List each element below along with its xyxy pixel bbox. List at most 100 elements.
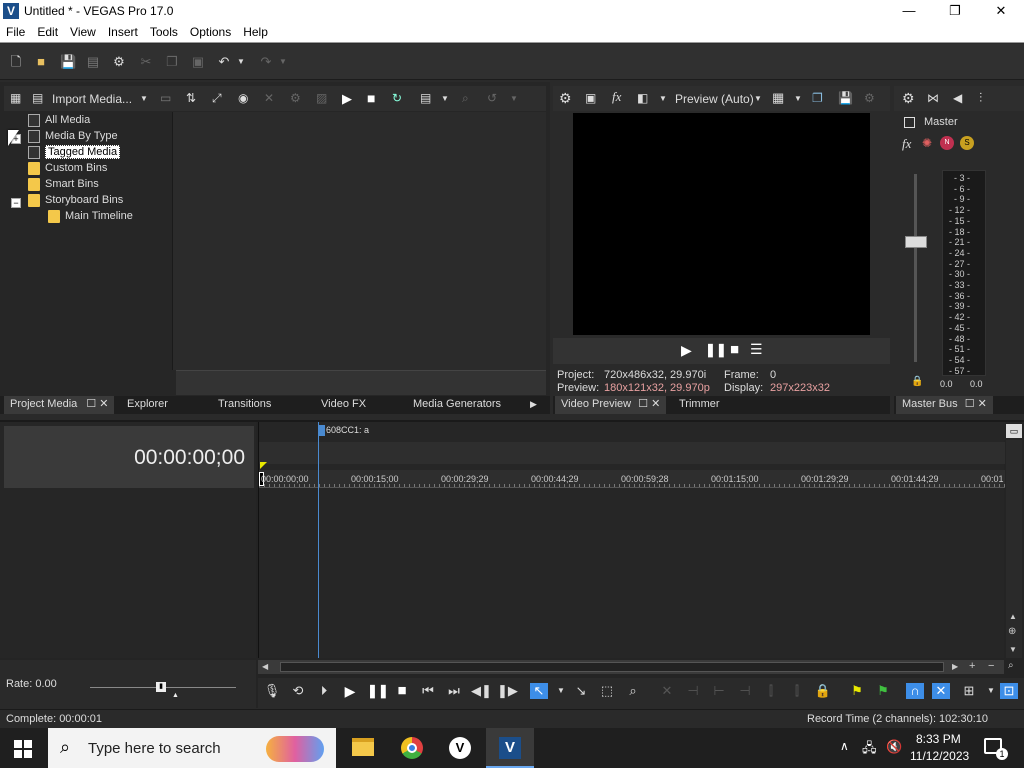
timeline-hscroll[interactable]: ◀ ▶ + − [258, 660, 1004, 674]
split-all-icon[interactable]: ⫿ [788, 683, 806, 699]
play-icon[interactable]: ▶ [341, 683, 359, 699]
split-screen-icon[interactable]: ◧ [637, 91, 648, 105]
media-list-icon[interactable]: ▦ [10, 91, 24, 105]
go-to-end-icon[interactable]: ⏭ [445, 683, 463, 699]
scroll-down-arrow-icon[interactable]: ▼ [1009, 645, 1017, 654]
volume-muted-icon[interactable]: 🔇 [886, 739, 902, 755]
menu-tools[interactable]: Tools [144, 22, 184, 39]
lock-envelopes-icon[interactable]: ⊡ [1000, 683, 1018, 699]
rate-slider-handle[interactable]: ▮ [156, 682, 166, 692]
paste-icon[interactable]: ▣ [190, 54, 206, 70]
network-icon[interactable]: 🖧 [862, 739, 877, 761]
copy-snapshot-icon[interactable]: ❐ [812, 91, 823, 105]
split-icon[interactable]: ⫿ [762, 683, 780, 699]
undock-icon[interactable]: ☐ [965, 398, 975, 410]
cursor-line[interactable] [318, 422, 319, 658]
tab-video-preview[interactable]: Video Preview ☐ ✕ [555, 396, 667, 414]
media-fx-icon[interactable]: ◉ [238, 91, 248, 105]
overlays-dropdown-icon[interactable]: ▼ [794, 94, 802, 103]
tree-item-custom-bins[interactable]: Custom Bins [28, 160, 107, 176]
play-from-start-icon[interactable]: ⏵ [315, 683, 333, 699]
noise-reduction-icon[interactable]: N [940, 136, 954, 150]
tab-explorer[interactable]: Explorer [121, 396, 174, 414]
external-monitor-icon[interactable]: ▣ [585, 91, 596, 105]
trim-end-icon[interactable]: ⊣ [736, 683, 754, 699]
hscroll-right-icon[interactable]: ▶ [952, 662, 958, 671]
close-icon[interactable]: ✕ [99, 398, 108, 410]
delete-icon[interactable]: ✕ [264, 91, 274, 105]
ripple-dropdown-icon[interactable]: ▼ [982, 683, 1000, 699]
close-icon[interactable]: ✕ [978, 398, 987, 410]
video-fx-icon[interactable]: fx [612, 89, 621, 105]
menu-file[interactable]: File [0, 22, 31, 39]
stop-icon[interactable]: ■ [393, 683, 411, 699]
overlays-grid-icon[interactable]: ▦ [772, 90, 784, 106]
marker-bar[interactable] [259, 422, 1005, 440]
split-dropdown-icon[interactable]: ▼ [659, 94, 667, 103]
quality-dropdown-icon[interactable]: ▼ [754, 94, 762, 103]
tab-trimmer[interactable]: Trimmer [673, 396, 726, 414]
close-button[interactable]: ✕ [978, 0, 1024, 22]
tree-item-all-media[interactable]: All Media [28, 112, 90, 128]
redo-dropdown-icon[interactable]: ▼ [278, 54, 288, 70]
clock-date[interactable]: 11/12/2023 [910, 749, 969, 763]
save-snapshot-icon[interactable]: 💾 [838, 91, 853, 105]
tab-video-fx[interactable]: Video FX [315, 396, 372, 414]
media-content-area[interactable] [172, 112, 546, 370]
media-tags-icon[interactable]: ▨ [316, 91, 327, 105]
delete-icon[interactable]: ✕ [658, 683, 676, 699]
timecode-box[interactable]: 00:00:00;00 [4, 426, 254, 488]
sound-forge-icon[interactable]: S [960, 136, 974, 150]
views-dropdown-icon[interactable]: ▼ [441, 94, 449, 103]
play-icon[interactable]: ▶ [342, 91, 352, 107]
auto-crossfade-icon[interactable]: ✕ [932, 683, 950, 699]
vegas-taskbar-icon[interactable]: V [486, 728, 534, 768]
preview-settings-icon[interactable]: ⚙ [559, 90, 572, 107]
ripple-edit-icon[interactable]: ⊞ [960, 683, 978, 699]
trim-icon[interactable]: ⊣ [684, 683, 702, 699]
preview-pause-icon[interactable]: ❚❚ [705, 342, 727, 358]
tree-item-smart-bins[interactable]: Smart Bins [28, 176, 99, 192]
tab-project-media[interactable]: Project Media ☐ ✕ [4, 396, 115, 414]
cut-icon[interactable]: ✂ [138, 54, 154, 70]
tab-transitions[interactable]: Transitions [212, 396, 277, 414]
fader-lock-icon[interactable]: 🔒 [911, 376, 923, 387]
audio-fx-icon[interactable]: fx [902, 136, 911, 152]
save-as-icon[interactable]: ▤ [85, 54, 101, 70]
vertical-zoom-icon[interactable]: ⊕ [1008, 626, 1016, 637]
zoom-tool-icon[interactable]: ⌕ [1008, 660, 1014, 671]
snapping-icon[interactable]: ∩ [906, 683, 924, 699]
auto-preview-icon[interactable]: ↻ [392, 91, 402, 105]
mixer-icon[interactable]: ⫶ [979, 90, 982, 106]
hscroll-thumb[interactable] [280, 662, 944, 672]
undock-icon[interactable]: ☐ [638, 398, 648, 410]
tab-master-bus[interactable]: Master Bus ☐ ✕ [896, 396, 993, 414]
more-options-icon[interactable]: ⚙ [864, 91, 875, 105]
menu-insert[interactable]: Insert [102, 22, 144, 39]
menu-view[interactable]: View [64, 22, 102, 39]
undo-dropdown-icon[interactable]: ▼ [236, 54, 246, 70]
search-icon[interactable]: ⌕ [462, 91, 469, 106]
record-mic-icon[interactable]: 🎙 [263, 683, 281, 699]
preview-stop-icon[interactable]: ■ [730, 341, 739, 358]
start-button-icon[interactable] [14, 740, 32, 758]
tree-item-main-timeline[interactable]: Main Timeline [48, 208, 133, 224]
vertical-scrollbar[interactable]: ▲ ⊕ ▼ [1006, 440, 1022, 658]
selection-tool-icon[interactable]: ⬚ [598, 683, 616, 699]
import-dropdown-icon[interactable]: ▼ [140, 94, 148, 103]
clock-time[interactable]: 8:33 PM [916, 732, 961, 746]
import-media-button[interactable]: Import Media... [52, 92, 132, 106]
master-checkbox[interactable] [904, 117, 915, 128]
horizontal-scrollbar[interactable] [176, 370, 546, 395]
zoom-in-icon[interactable]: + [969, 660, 975, 672]
fx-gear-icon[interactable]: ✺ [922, 136, 932, 150]
volume-fader-track[interactable] [914, 174, 917, 362]
loop-start-flag[interactable] [260, 462, 267, 469]
import-media-icon[interactable]: ▤ [32, 91, 46, 105]
volume-fader-handle[interactable] [905, 236, 927, 248]
zoom-out-icon[interactable]: − [988, 660, 994, 672]
timeline-scroll-up-icon[interactable]: ▭ [1006, 424, 1022, 438]
settings-gear-icon[interactable]: ⚙ [111, 54, 127, 70]
stop-icon[interactable]: ■ [367, 90, 375, 106]
save-icon[interactable]: 💾 [60, 54, 76, 70]
